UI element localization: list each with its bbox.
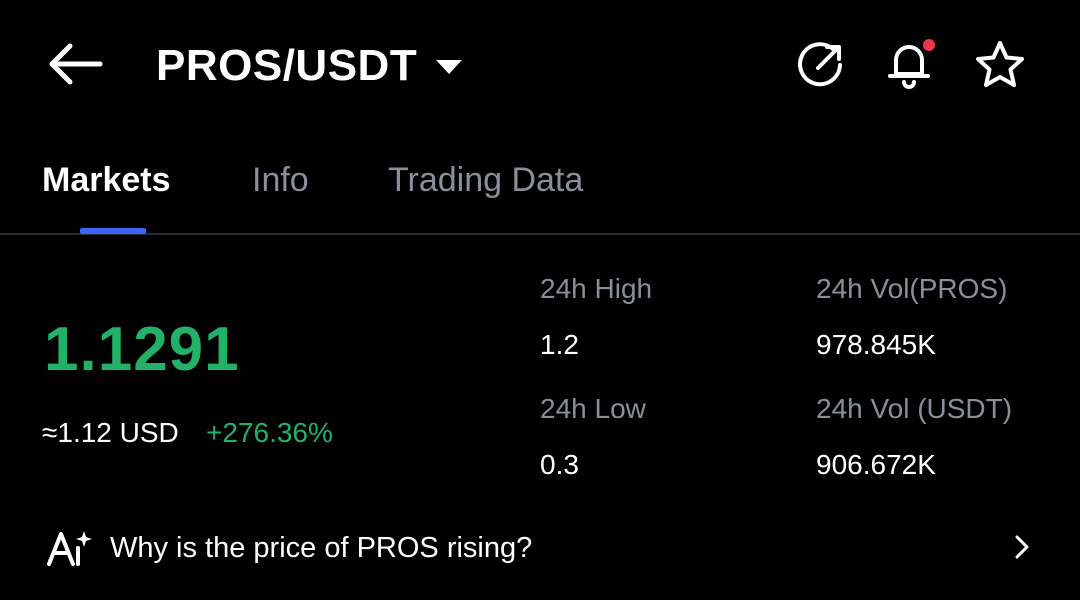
arrow-left-icon [49,43,103,85]
high-24h-value: 1.2 [540,329,579,360]
volume-base-value: 978.845K [816,329,936,360]
volume-base-label: 24h Vol(PROS) [816,273,1008,304]
ai-sparkle-icon [46,528,96,568]
pair-title[interactable]: PROS/USDT [156,38,417,94]
high-24h-label: 24h High [540,273,653,304]
low-24h-label: 24h Low [540,393,646,424]
pair-selector-button[interactable] [432,50,466,82]
chevron-right-icon[interactable] [1010,530,1034,564]
notification-dot [923,39,935,51]
volume-quote-value: 906.672K [816,449,936,480]
usd-equivalent: ≈1.12 USD [42,417,179,448]
share-icon [798,42,842,87]
alerts-button[interactable] [884,36,936,90]
back-button[interactable] [44,36,110,92]
low-24h-value: 0.3 [540,449,579,480]
favorite-button[interactable] [972,38,1028,92]
star-icon [976,41,1024,87]
volume-quote-label: 24h Vol (USDT) [816,393,1013,424]
last-price: 1.1291 [44,315,240,384]
tab-markets[interactable]: Markets [42,156,171,204]
tabs-divider [0,233,1080,235]
caret-down-icon [436,60,462,74]
price-change-percent: +276.36% [206,417,333,448]
share-button[interactable] [796,40,846,90]
tab-info[interactable]: Info [252,156,309,204]
active-tab-indicator [80,228,146,234]
tab-trading-data[interactable]: Trading Data [388,156,583,204]
bell-icon [888,39,935,89]
price-insight-link[interactable]: Why is the price of PROS rising? [110,528,532,568]
